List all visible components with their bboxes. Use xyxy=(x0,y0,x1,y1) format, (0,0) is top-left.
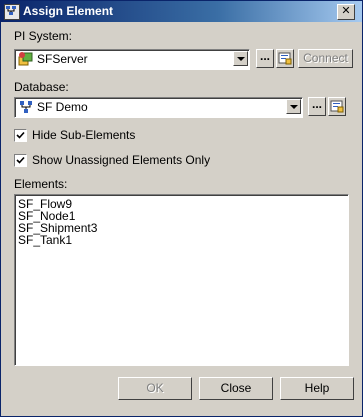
checkmark-icon xyxy=(16,131,25,139)
hide-sub-elements-label[interactable]: Hide Sub-Elements xyxy=(32,128,135,142)
show-unassigned-label[interactable]: Show Unassigned Elements Only xyxy=(32,153,210,167)
app-icon xyxy=(4,4,20,20)
ok-button[interactable]: OK xyxy=(118,377,192,400)
help-button[interactable]: Help xyxy=(280,377,354,400)
database-browse-button[interactable]: ... xyxy=(308,97,326,116)
pi-system-select[interactable]: SFServer xyxy=(14,49,250,70)
pi-system-label: PI System: xyxy=(14,29,73,43)
database-label: Database: xyxy=(14,80,69,94)
assign-element-dialog: Assign Element ✕ PI System: SFServer ...… xyxy=(0,0,363,417)
list-item[interactable]: SF_Tank1 xyxy=(18,233,72,247)
pi-system-browse-button[interactable]: ... xyxy=(256,49,274,68)
chevron-down-icon[interactable] xyxy=(286,99,301,114)
close-button[interactable]: Close xyxy=(199,377,273,400)
properties-icon xyxy=(278,52,292,65)
connect-button[interactable]: Connect xyxy=(298,49,353,68)
pi-server-icon xyxy=(18,51,34,67)
show-unassigned-checkbox[interactable] xyxy=(14,154,27,167)
database-value: SF Demo xyxy=(37,100,88,114)
pi-system-value: SFServer xyxy=(37,52,88,66)
properties-icon xyxy=(330,100,344,113)
close-window-button[interactable]: ✕ xyxy=(337,4,355,20)
checkmark-icon xyxy=(16,156,25,164)
database-icon xyxy=(18,99,34,115)
database-properties-button[interactable] xyxy=(328,97,346,116)
chevron-down-icon[interactable] xyxy=(233,51,248,66)
close-icon: ✕ xyxy=(341,5,351,17)
title-bar[interactable]: Assign Element ✕ xyxy=(1,1,362,22)
elements-label: Elements: xyxy=(14,177,68,191)
elements-list[interactable]: SF_Flow9 SF_Node1 SF_Shipment3 SF_Tank1 xyxy=(14,194,349,366)
pi-system-properties-button[interactable] xyxy=(276,49,294,68)
window-title: Assign Element xyxy=(23,4,114,18)
database-select[interactable]: SF Demo xyxy=(14,97,303,118)
hide-sub-elements-checkbox[interactable] xyxy=(14,129,27,142)
